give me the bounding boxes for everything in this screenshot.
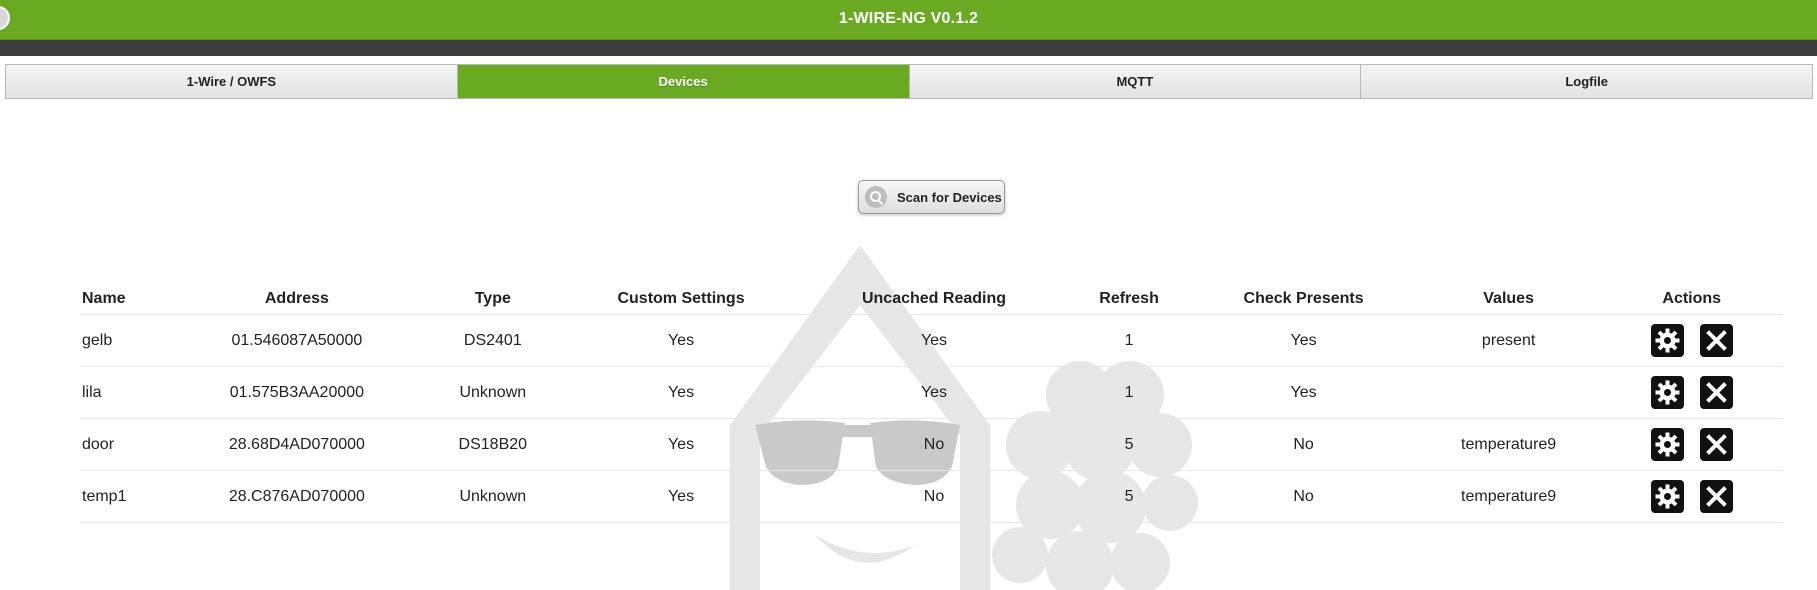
cell-actions <box>1600 470 1783 523</box>
cell-custom-settings: Yes <box>561 366 801 419</box>
col-header-custom-settings: Custom Settings <box>561 284 801 315</box>
cell-address: 28.C876AD070000 <box>169 470 424 523</box>
col-header-refresh: Refresh <box>1067 284 1191 315</box>
cell-check-presents: Yes <box>1190 314 1417 367</box>
gear-icon[interactable] <box>1650 324 1684 357</box>
cell-name: temp1 <box>80 470 170 523</box>
close-icon[interactable] <box>1699 428 1733 461</box>
cell-custom-settings: Yes <box>561 470 801 523</box>
cell-values: present <box>1416 314 1601 367</box>
cell-values: temperature9 <box>1416 418 1601 471</box>
cell-name: lila <box>80 366 170 419</box>
col-header-values: Values <box>1416 284 1601 315</box>
cell-address: 28.68D4AD070000 <box>169 418 424 471</box>
cell-type: DS2401 <box>423 314 562 367</box>
cell-uncached-reading: Yes <box>800 366 1068 419</box>
table-row: temp1 28.C876AD070000 Unknown Yes No 5 N… <box>80 470 1783 523</box>
close-icon[interactable] <box>1699 480 1733 513</box>
cell-refresh: 5 <box>1067 418 1191 471</box>
table-row: door 28.68D4AD070000 DS18B20 Yes No 5 No… <box>80 418 1783 471</box>
table-header-row: Name Address Type Custom Settings Uncach… <box>80 284 1783 315</box>
gear-icon[interactable] <box>1650 480 1684 513</box>
app-header: 1-WIRE-NG V0.1.2 <box>0 0 1817 40</box>
cell-check-presents: Yes <box>1190 366 1417 419</box>
cell-refresh: 1 <box>1067 366 1191 419</box>
cell-uncached-reading: No <box>800 470 1068 523</box>
col-header-uncached-reading: Uncached Reading <box>800 284 1068 315</box>
cell-values <box>1416 366 1601 419</box>
tab-devices[interactable]: Devices <box>457 65 910 98</box>
cell-check-presents: No <box>1190 470 1417 523</box>
tab-1wire-owfs[interactable]: 1-Wire / OWFS <box>6 65 458 98</box>
header-divider-bar <box>0 40 1817 56</box>
col-header-check-presents: Check Presents <box>1190 284 1417 315</box>
cell-name: door <box>80 418 170 471</box>
scan-devices-label: Scan for Devices <box>897 189 1002 205</box>
cell-refresh: 5 <box>1067 470 1191 523</box>
search-icon <box>865 186 887 208</box>
cell-type: Unknown <box>423 366 562 419</box>
tab-bar: 1-Wire / OWFS Devices MQTT Logfile <box>5 64 1813 99</box>
scan-devices-button[interactable]: Scan for Devices <box>858 180 1005 214</box>
cell-uncached-reading: No <box>800 418 1068 471</box>
back-button[interactable] <box>0 6 10 30</box>
cell-actions <box>1600 314 1783 367</box>
cell-address: 01.546087A50000 <box>169 314 424 367</box>
col-header-actions: Actions <box>1600 284 1783 315</box>
table-row: gelb 01.546087A50000 DS2401 Yes Yes 1 Ye… <box>80 314 1783 367</box>
cell-refresh: 1 <box>1067 314 1191 367</box>
cell-check-presents: No <box>1190 418 1417 471</box>
cell-name: gelb <box>80 314 170 367</box>
col-header-name: Name <box>80 284 170 315</box>
cell-custom-settings: Yes <box>561 314 801 367</box>
cell-actions <box>1600 418 1783 471</box>
cell-custom-settings: Yes <box>561 418 801 471</box>
close-icon[interactable] <box>1699 376 1733 409</box>
app-title: 1-WIRE-NG V0.1.2 <box>838 10 979 27</box>
table-row: lila 01.575B3AA20000 Unknown Yes Yes 1 Y… <box>80 366 1783 419</box>
tab-logfile[interactable]: Logfile <box>1361 65 1812 98</box>
gear-icon[interactable] <box>1650 428 1684 461</box>
tab-mqtt[interactable]: MQTT <box>909 65 1362 98</box>
col-header-type: Type <box>423 284 562 315</box>
cell-actions <box>1600 366 1783 419</box>
gear-icon[interactable] <box>1650 376 1684 409</box>
cell-type: Unknown <box>423 470 562 523</box>
close-icon[interactable] <box>1699 324 1733 357</box>
cell-address: 01.575B3AA20000 <box>169 366 424 419</box>
cell-uncached-reading: Yes <box>800 314 1068 367</box>
cell-values: temperature9 <box>1416 470 1601 523</box>
devices-table: Name Address Type Custom Settings Uncach… <box>80 284 1783 523</box>
cell-type: DS18B20 <box>423 418 562 471</box>
col-header-address: Address <box>169 284 424 315</box>
